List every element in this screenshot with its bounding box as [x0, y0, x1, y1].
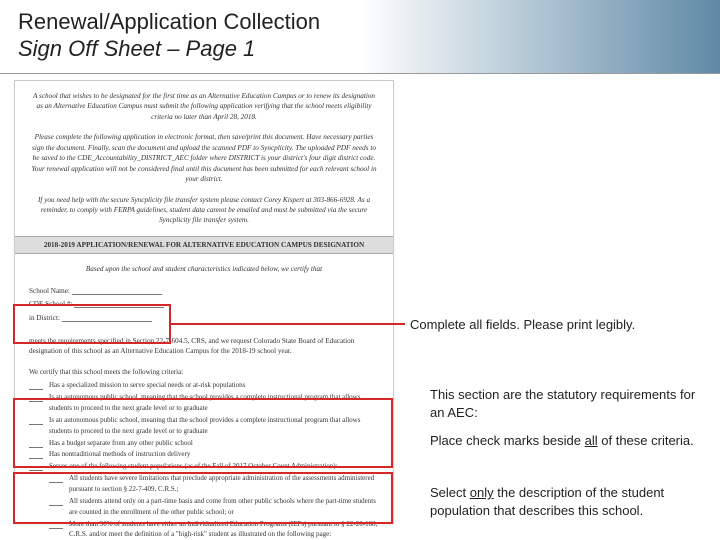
annotation-statutory: This section are the statutory requireme…	[430, 386, 705, 421]
checkbox-blank	[29, 418, 43, 425]
checkbox-blank	[29, 452, 43, 459]
criteria-item: Is an autonomous public school, meaning …	[49, 415, 379, 437]
doc-paragraph: meets the requirements specified in Sect…	[29, 336, 379, 357]
doc-fields-block: School Name: CDE School #: in District:	[29, 285, 379, 326]
checkbox-blank	[29, 395, 43, 402]
criteria-item: Serves one of the following student popu…	[49, 461, 338, 472]
criteria-subitem: All students attend only on a part-time …	[69, 496, 379, 518]
checkbox-blank	[29, 464, 43, 471]
criteria-item: Has a budget separate from any other pub…	[49, 438, 193, 449]
annotation-complete-fields: Complete all fields. Please print legibl…	[410, 316, 710, 334]
checkbox-blank	[49, 522, 63, 529]
criteria-intro: We certify that this school meets the fo…	[29, 367, 379, 378]
checkbox-blank	[49, 476, 63, 483]
doc-paragraph: If you need help with the secure Syncpli…	[29, 195, 379, 226]
criteria-item: Has a specialized mission to serve speci…	[49, 380, 245, 391]
checkbox-blank	[29, 383, 43, 390]
document-preview: A school that wishes to be designated fo…	[14, 80, 394, 524]
criteria-subitem: All students have severe limitations tha…	[69, 473, 379, 495]
criteria-item: Is an autonomous public school, meaning …	[49, 392, 379, 414]
criteria-item: Has nontraditional methods of instructio…	[49, 449, 190, 460]
checkbox-blank	[49, 499, 63, 506]
blank-line	[72, 288, 162, 295]
page-title: Renewal/Application Collection	[18, 8, 702, 36]
doc-criteria-block: We certify that this school meets the fo…	[29, 367, 379, 540]
page-subtitle: Sign Off Sheet – Page 1	[18, 36, 702, 62]
annotation-select: Select only the description of the stude…	[430, 484, 705, 519]
blank-line	[62, 315, 152, 322]
slide-header: Renewal/Application Collection Sign Off …	[0, 0, 720, 74]
blank-line	[74, 301, 164, 308]
annotation-checkmarks: Place check marks beside all of these cr…	[430, 432, 705, 450]
slide-body: A school that wishes to be designated fo…	[0, 74, 720, 540]
doc-paragraph: Based upon the school and student charac…	[29, 264, 379, 274]
checkbox-blank	[29, 441, 43, 448]
doc-paragraph: A school that wishes to be designated fo…	[29, 91, 379, 122]
criteria-subitem: More than 90% of students have either an…	[69, 519, 379, 540]
field-label: CDE School #:	[29, 300, 73, 308]
doc-paragraph: Please complete the following applicatio…	[29, 132, 379, 184]
field-label: School Name:	[29, 287, 70, 295]
field-label: in District:	[29, 314, 60, 322]
doc-section-bar: 2018-2019 APPLICATION/RENEWAL FOR ALTERN…	[15, 236, 393, 254]
